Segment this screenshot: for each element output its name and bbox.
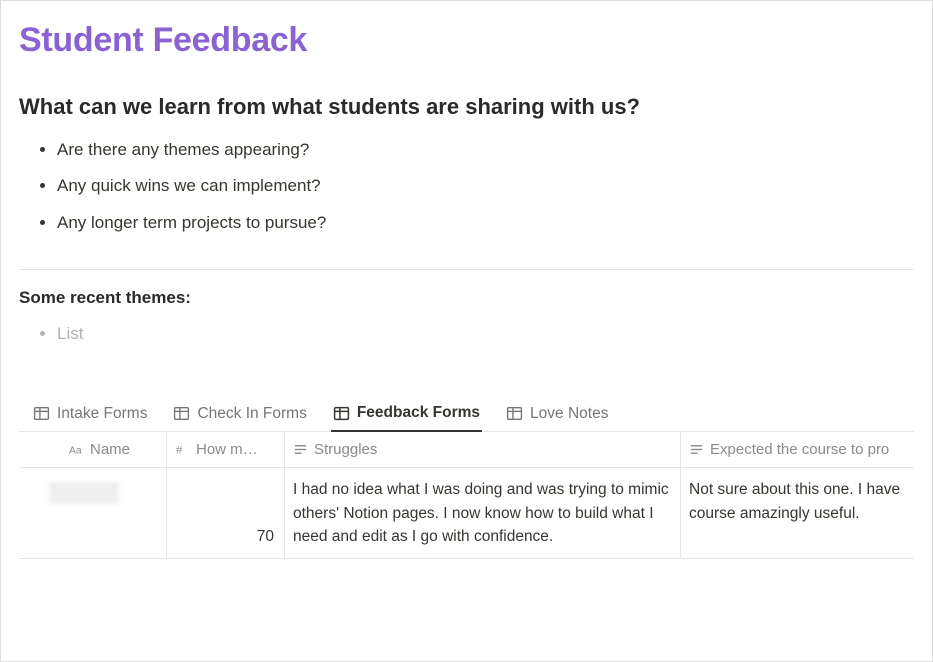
column-header-how-many[interactable]: # How m… bbox=[167, 432, 285, 467]
list-item: Any longer term projects to pursue? bbox=[57, 205, 914, 241]
list-item: Any quick wins we can implement? bbox=[57, 168, 914, 204]
cell-expected[interactable]: Not sure about this one. I have course a… bbox=[681, 468, 914, 558]
column-header-expected[interactable]: Expected the course to pro bbox=[681, 432, 914, 467]
table-icon bbox=[333, 405, 350, 422]
title-icon: Aa bbox=[69, 442, 84, 457]
list-item-placeholder[interactable]: List bbox=[57, 316, 914, 352]
column-header-struggles[interactable]: Struggles bbox=[285, 432, 681, 467]
tab-label: Intake Forms bbox=[57, 405, 147, 423]
cell-how-many[interactable]: 70 bbox=[167, 468, 285, 558]
column-header-name[interactable]: Aa Name bbox=[19, 432, 167, 467]
themes-list[interactable]: List bbox=[19, 316, 914, 352]
table-row[interactable]: 70 I had no idea what I was doing and wa… bbox=[19, 468, 914, 559]
tab-label: Feedback Forms bbox=[357, 404, 480, 422]
table-icon bbox=[173, 405, 190, 422]
database-table: Aa Name # How m… Struggles Expe bbox=[19, 432, 914, 559]
tab-check-in-forms[interactable]: Check In Forms bbox=[171, 398, 308, 431]
column-label: How m… bbox=[196, 441, 258, 458]
main-heading: What can we learn from what students are… bbox=[19, 94, 914, 120]
tab-feedback-forms[interactable]: Feedback Forms bbox=[331, 398, 482, 432]
text-icon bbox=[293, 442, 308, 457]
table-icon bbox=[33, 405, 50, 422]
text-icon bbox=[689, 442, 704, 457]
cell-name[interactable] bbox=[19, 468, 167, 558]
svg-text:#: # bbox=[176, 445, 183, 457]
tab-label: Love Notes bbox=[530, 405, 608, 423]
tab-intake-forms[interactable]: Intake Forms bbox=[31, 398, 149, 431]
column-label: Struggles bbox=[314, 441, 377, 458]
list-item: Are there any themes appearing? bbox=[57, 132, 914, 168]
tab-love-notes[interactable]: Love Notes bbox=[504, 398, 610, 431]
column-label: Expected the course to pro bbox=[710, 441, 889, 458]
redacted-name bbox=[49, 482, 119, 504]
table-header-row: Aa Name # How m… Struggles Expe bbox=[19, 432, 914, 468]
question-list: Are there any themes appearing? Any quic… bbox=[19, 132, 914, 241]
column-label: Name bbox=[90, 441, 130, 458]
number-icon: # bbox=[175, 442, 190, 457]
table-icon bbox=[506, 405, 523, 422]
page-title: Student Feedback bbox=[19, 21, 914, 60]
tab-label: Check In Forms bbox=[197, 405, 306, 423]
themes-heading: Some recent themes: bbox=[19, 288, 914, 308]
view-tabs: Intake Forms Check In Forms Feedback For… bbox=[19, 398, 914, 432]
cell-struggles[interactable]: I had no idea what I was doing and was t… bbox=[285, 468, 681, 558]
svg-text:Aa: Aa bbox=[69, 446, 82, 457]
divider bbox=[19, 269, 914, 270]
